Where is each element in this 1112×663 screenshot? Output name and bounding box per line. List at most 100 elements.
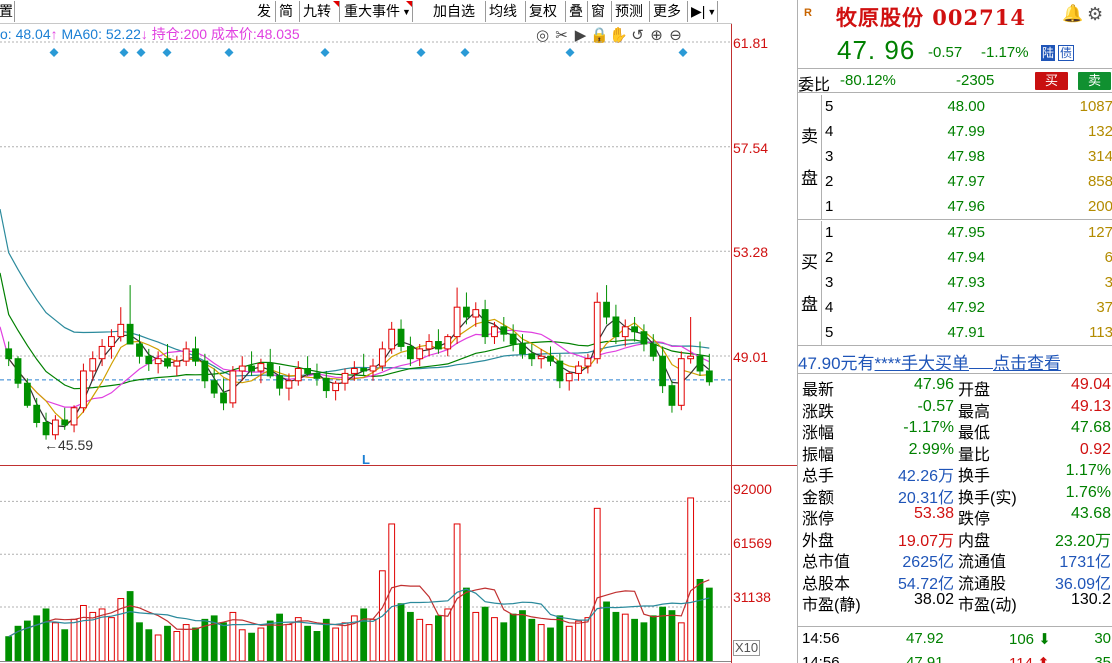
sell_book-row[interactable]: 3 47.98 314 [823,145,1112,170]
toolbar-item[interactable]: 叠 [568,1,588,22]
big-order-view-link[interactable]: 点击查看 [993,354,1061,373]
gear-icon[interactable]: ⚙ [1087,4,1103,25]
buy_book-level: 4 [825,299,834,316]
sell_book-price: 47.99 [947,123,985,140]
stats-row: 总手 42.26万 换手 1.17% [798,461,1112,485]
bond-tag[interactable]: 债 [1058,45,1075,61]
tick-list[interactable]: 14:56 47.92 106 ⬇ 30 14:56 47.91 114 ⬆ 35 [798,626,1112,663]
buy-button[interactable]: 买 [1035,72,1068,90]
buy_book-row[interactable]: 1 47.95 127 [823,221,1112,246]
sell_book-level: 2 [825,173,834,190]
ma10-line [8,318,710,423]
sell_book-row[interactable]: 4 47.99 132 [823,120,1112,145]
tick-row[interactable]: 14:56 47.92 106 ⬇ 30 [798,627,1112,651]
toolbar-item[interactable]: 简 [278,1,300,22]
tick-time: 14:56 [802,630,840,647]
stats-row: 最新 47.96 开盘 49.04 [798,375,1112,399]
tick-volume: 114 ⬆ [1009,654,1050,663]
candle-down [210,380,218,394]
candle-down [668,385,676,406]
candle-up [89,358,97,372]
volume-bar-down [463,587,470,662]
candle-up [425,341,433,350]
buy_book-row[interactable]: 2 47.94 6 [823,246,1112,271]
event-marker-icon [49,48,59,57]
buy_book-row[interactable]: 5 47.91 113 [823,321,1112,346]
toolbar-item[interactable]: 均线 [488,1,526,22]
buy_book-volume: 127 [1087,224,1112,241]
candle-down [556,360,564,382]
candle-down [126,323,134,345]
volume-chart[interactable] [0,466,797,663]
toolbar-item[interactable]: 重大事件 [343,1,413,22]
toolbar-item[interactable]: 发 [256,1,276,22]
tick-row[interactable]: 14:56 47.91 114 ⬆ 35 [798,651,1112,663]
big-order-stars[interactable]: ****手 [875,354,918,373]
toolbar-item[interactable]: 置 [0,1,15,22]
buy_book-row[interactable]: 4 47.92 37 [823,296,1112,321]
tick-amount: 35 [1094,654,1111,663]
toolbar-item[interactable]: 九转 [302,1,340,22]
stat-value: 130.2 [1070,591,1111,608]
tick-volume: 106 ⬇ [1009,631,1051,648]
candle-up [285,380,293,389]
candle-down [631,326,638,333]
stat-value: 47.68 [1070,419,1111,436]
big-order-text: 元有 [840,354,875,373]
volume-bar-down [164,625,171,662]
toolbar-item[interactable]: 窗 [590,1,612,22]
toolbar-item[interactable]: 更多 [652,1,688,22]
buy_book-row[interactable]: 3 47.93 3 [823,271,1112,296]
candle-up [173,360,181,367]
weibi-pct: -80.12% [840,72,896,89]
sell_book-row[interactable]: 1 47.96 200 [823,195,1112,220]
candle-up [70,407,78,426]
volume-bar-up [687,497,695,662]
sell-button[interactable]: 卖 [1078,72,1111,90]
volume-bar-down [126,591,134,662]
candle-up [257,363,265,372]
candle-down [509,333,517,345]
candle-down [248,365,255,372]
stock-name: 牧原股份 002714 [836,5,1026,30]
sell-side-char-1: 卖 [801,127,818,146]
volume-axis-label: 61569 [733,535,772,551]
tick-price: 47.92 [906,630,944,647]
candle-down [5,348,13,360]
candle-down [145,355,153,365]
sell_book-row[interactable]: 2 47.97 858 [823,170,1112,195]
ma60-line [0,208,710,377]
volume-bar-up [584,617,592,662]
price-axis-label: 61.81 [733,35,769,51]
big-order-type[interactable]: 大买单 [918,354,969,373]
toolbar-item[interactable]: 加自选 [432,1,486,22]
sell_book-level: 3 [825,148,834,165]
kline-chart[interactable] [0,24,797,466]
candle-up [369,365,377,372]
lu-tag[interactable]: 陆 [1041,45,1056,61]
toolbar-item[interactable]: ▶| [690,1,719,22]
volume-bar-down [528,618,536,662]
event-marker-icon [320,48,330,57]
volume-bar-up [491,617,498,662]
volume-bar-up [182,624,190,662]
volume-bar-up [369,618,377,662]
candle-up [565,372,573,382]
candle-up [416,348,424,360]
buy_book-price: 47.94 [947,249,985,266]
candle-down [14,358,22,384]
sell_book-volume: 200 [1087,198,1112,215]
candle-down [136,343,143,357]
stat-value: 2.99% [908,440,954,458]
stat-value: -0.57 [917,397,954,415]
volume-bar-down [397,603,405,662]
sell_book-row[interactable]: 5 48.00 1087 [823,95,1112,120]
candle-down [220,392,227,404]
volume-bar-down [649,615,657,662]
toolbar-item[interactable]: 预测 [614,1,650,22]
bell-icon[interactable]: 🔔 [1062,4,1083,24]
volume-bar-up [154,634,162,662]
volume-bar-down [360,608,368,662]
toolbar-item[interactable]: 复权 [528,1,566,22]
candle-up [154,358,162,365]
